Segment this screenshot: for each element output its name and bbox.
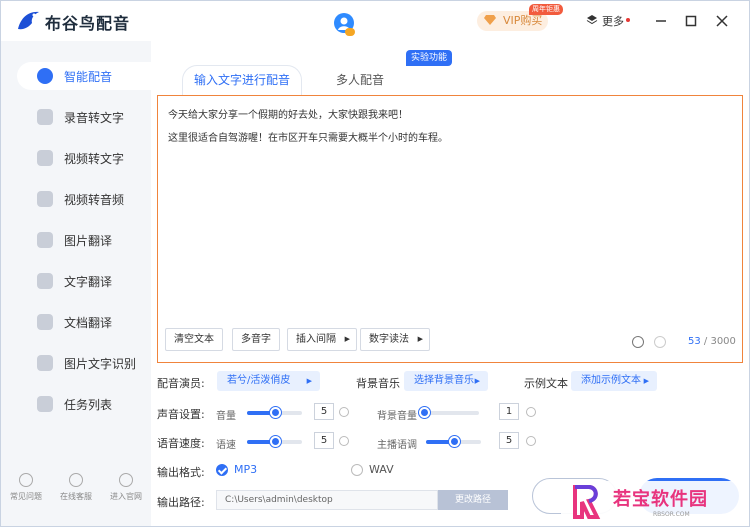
speech-speed-label: 语音速度: — [157, 437, 205, 450]
app-logo-icon — [18, 11, 39, 30]
output-path-input[interactable]: C:\Users\admin\desktop — [216, 490, 438, 510]
triangle-right-icon: ▶ — [417, 335, 423, 343]
bgm-label: 背景音乐 — [356, 377, 400, 390]
sidebar-item-image-translate[interactable]: 图片翻译 — [17, 226, 151, 254]
output-path-label: 输出路径: — [157, 496, 205, 509]
reset-icon[interactable] — [339, 407, 349, 417]
format-mp3-label: MP3 — [234, 463, 258, 476]
text-editor[interactable]: 今天给大家分享一个假期的好去处，大家快跟我来吧！ 这里很适合自驾游喔！在市区开车… — [157, 95, 743, 363]
experimental-badge: 实验功能 — [406, 50, 453, 66]
watermark-sub: RBSOR.COM — [653, 511, 690, 518]
task-list-icon — [37, 396, 53, 412]
triangle-right-icon: ▶ — [643, 377, 649, 385]
reset-icon[interactable] — [339, 436, 349, 446]
editor-line: 今天给大家分享一个假期的好去处，大家快跟我来吧！ — [168, 110, 408, 121]
audio-text-icon — [37, 109, 53, 125]
speed-value[interactable]: 5 — [314, 432, 334, 449]
app-title: 布谷鸟配音 — [45, 14, 131, 33]
reset-icon[interactable] — [526, 407, 536, 417]
tab-text-dubbing[interactable]: 输入文字进行配音 — [182, 65, 302, 95]
sidebar-item-smart-dubbing[interactable]: 智能配音 — [17, 62, 151, 90]
watermark-logo — [573, 485, 601, 519]
pitch-label: 主播语调 — [377, 440, 417, 451]
triangle-right-icon: ▶ — [474, 377, 480, 385]
triangle-right-icon: ▶ — [306, 377, 312, 385]
image-text-icon — [37, 355, 53, 371]
editor-line: 这里很适合自驾游喔！在市区开车只需要大概半个小时的车程。 — [168, 133, 448, 144]
sample-label: 示例文本 — [524, 377, 568, 390]
bg-volume-slider[interactable] — [419, 407, 479, 418]
sidebar-item-document-translate[interactable]: 文档翻译 — [17, 308, 151, 336]
bird-icon — [119, 473, 133, 487]
main-panel: 输入文字进行配音 多人配音 实验功能 今天给大家分享一个假期的好去处，大家快跟我… — [151, 41, 749, 526]
notification-dot — [626, 18, 630, 22]
avatar-vip-badge — [345, 28, 355, 36]
sidebar-item-ocr[interactable]: 图片文字识别 — [17, 349, 151, 377]
sample-select[interactable]: 添加示例文本 ▶ — [571, 371, 657, 391]
char-count: 53 / 3000 — [688, 336, 736, 347]
reset-icon[interactable] — [526, 436, 536, 446]
question-icon — [19, 473, 33, 487]
sidebar-item-text-translate[interactable]: 文字翻译 — [17, 267, 151, 295]
volume-slider[interactable] — [247, 407, 302, 418]
document-translate-icon — [37, 314, 53, 330]
pitch-slider[interactable] — [426, 436, 481, 447]
watermark-text: 若宝软件园 — [613, 489, 708, 510]
close-icon[interactable] — [712, 11, 732, 31]
output-format-label: 输出格式: — [157, 466, 205, 479]
sidebar-item-video-to-text[interactable]: 视频转文字 — [17, 144, 151, 172]
bg-volume-label: 背景音量 — [377, 411, 417, 422]
redo-icon[interactable] — [654, 336, 666, 348]
microphone-icon — [37, 68, 53, 84]
format-wav-radio[interactable] — [351, 464, 363, 476]
voice-select[interactable]: 若兮/活泼俏皮 ▶ — [217, 371, 320, 391]
text-translate-icon — [37, 273, 53, 289]
watermark: 若宝软件园 RBSOR.COM — [561, 481, 741, 523]
footer-website-button[interactable]: 进入官网 — [101, 473, 151, 502]
number-reading-button[interactable]: 数字读法 ▶ — [360, 328, 430, 351]
sidebar-item-audio-to-text[interactable]: 录音转文字 — [17, 103, 151, 131]
image-translate-icon — [37, 232, 53, 248]
sidebar-item-task-list[interactable]: 任务列表 — [17, 390, 151, 418]
triangle-right-icon: ▶ — [344, 335, 350, 343]
volume-label: 音量 — [216, 411, 236, 422]
speed-label: 语速 — [216, 440, 236, 451]
clear-text-button[interactable]: 清空文本 — [165, 328, 223, 351]
change-path-button[interactable]: 更改路径 — [438, 490, 508, 510]
bg-volume-value[interactable]: 1 — [499, 403, 519, 420]
volume-value[interactable]: 5 — [314, 403, 334, 420]
maximize-icon[interactable] — [681, 11, 701, 31]
video-audio-icon — [37, 191, 53, 207]
sidebar: 智能配音 录音转文字 视频转文字 视频转音频 图片翻译 文字翻译 文档翻译 图片… — [1, 41, 151, 526]
undo-icon[interactable] — [632, 336, 644, 348]
app-window: 布谷鸟配音 VIP购买 周年钜惠 更多 智能配音 录音转文字 视频转文字 视频转… — [0, 0, 750, 527]
promo-tag: 周年钜惠 — [529, 4, 563, 15]
video-text-icon — [37, 150, 53, 166]
diamond-icon — [484, 15, 496, 25]
pitch-value[interactable]: 5 — [499, 432, 519, 449]
polyphone-button[interactable]: 多音字 — [232, 328, 280, 351]
sound-settings-label: 声音设置: — [157, 408, 205, 421]
sidebar-item-video-to-audio[interactable]: 视频转音频 — [17, 185, 151, 213]
footer-support-button[interactable]: 在线客服 — [51, 473, 101, 502]
format-wav-label: WAV — [369, 463, 394, 476]
voice-label: 配音演员: — [157, 377, 205, 390]
speed-slider[interactable] — [247, 436, 302, 447]
title-bar: 布谷鸟配音 VIP购买 周年钜惠 更多 — [1, 1, 749, 41]
footer-faq-button[interactable]: 常见问题 — [1, 473, 51, 502]
format-mp3-radio[interactable] — [216, 464, 228, 476]
tab-multi-dubbing[interactable]: 多人配音 — [336, 71, 384, 88]
chat-icon — [69, 473, 83, 487]
more-menu-button[interactable]: 更多 — [586, 13, 624, 29]
insert-pause-button[interactable]: 插入间隔 ▶ — [287, 328, 357, 351]
minimize-icon[interactable] — [651, 11, 671, 31]
bgm-select[interactable]: 选择背景音乐 ▶ — [404, 371, 488, 391]
